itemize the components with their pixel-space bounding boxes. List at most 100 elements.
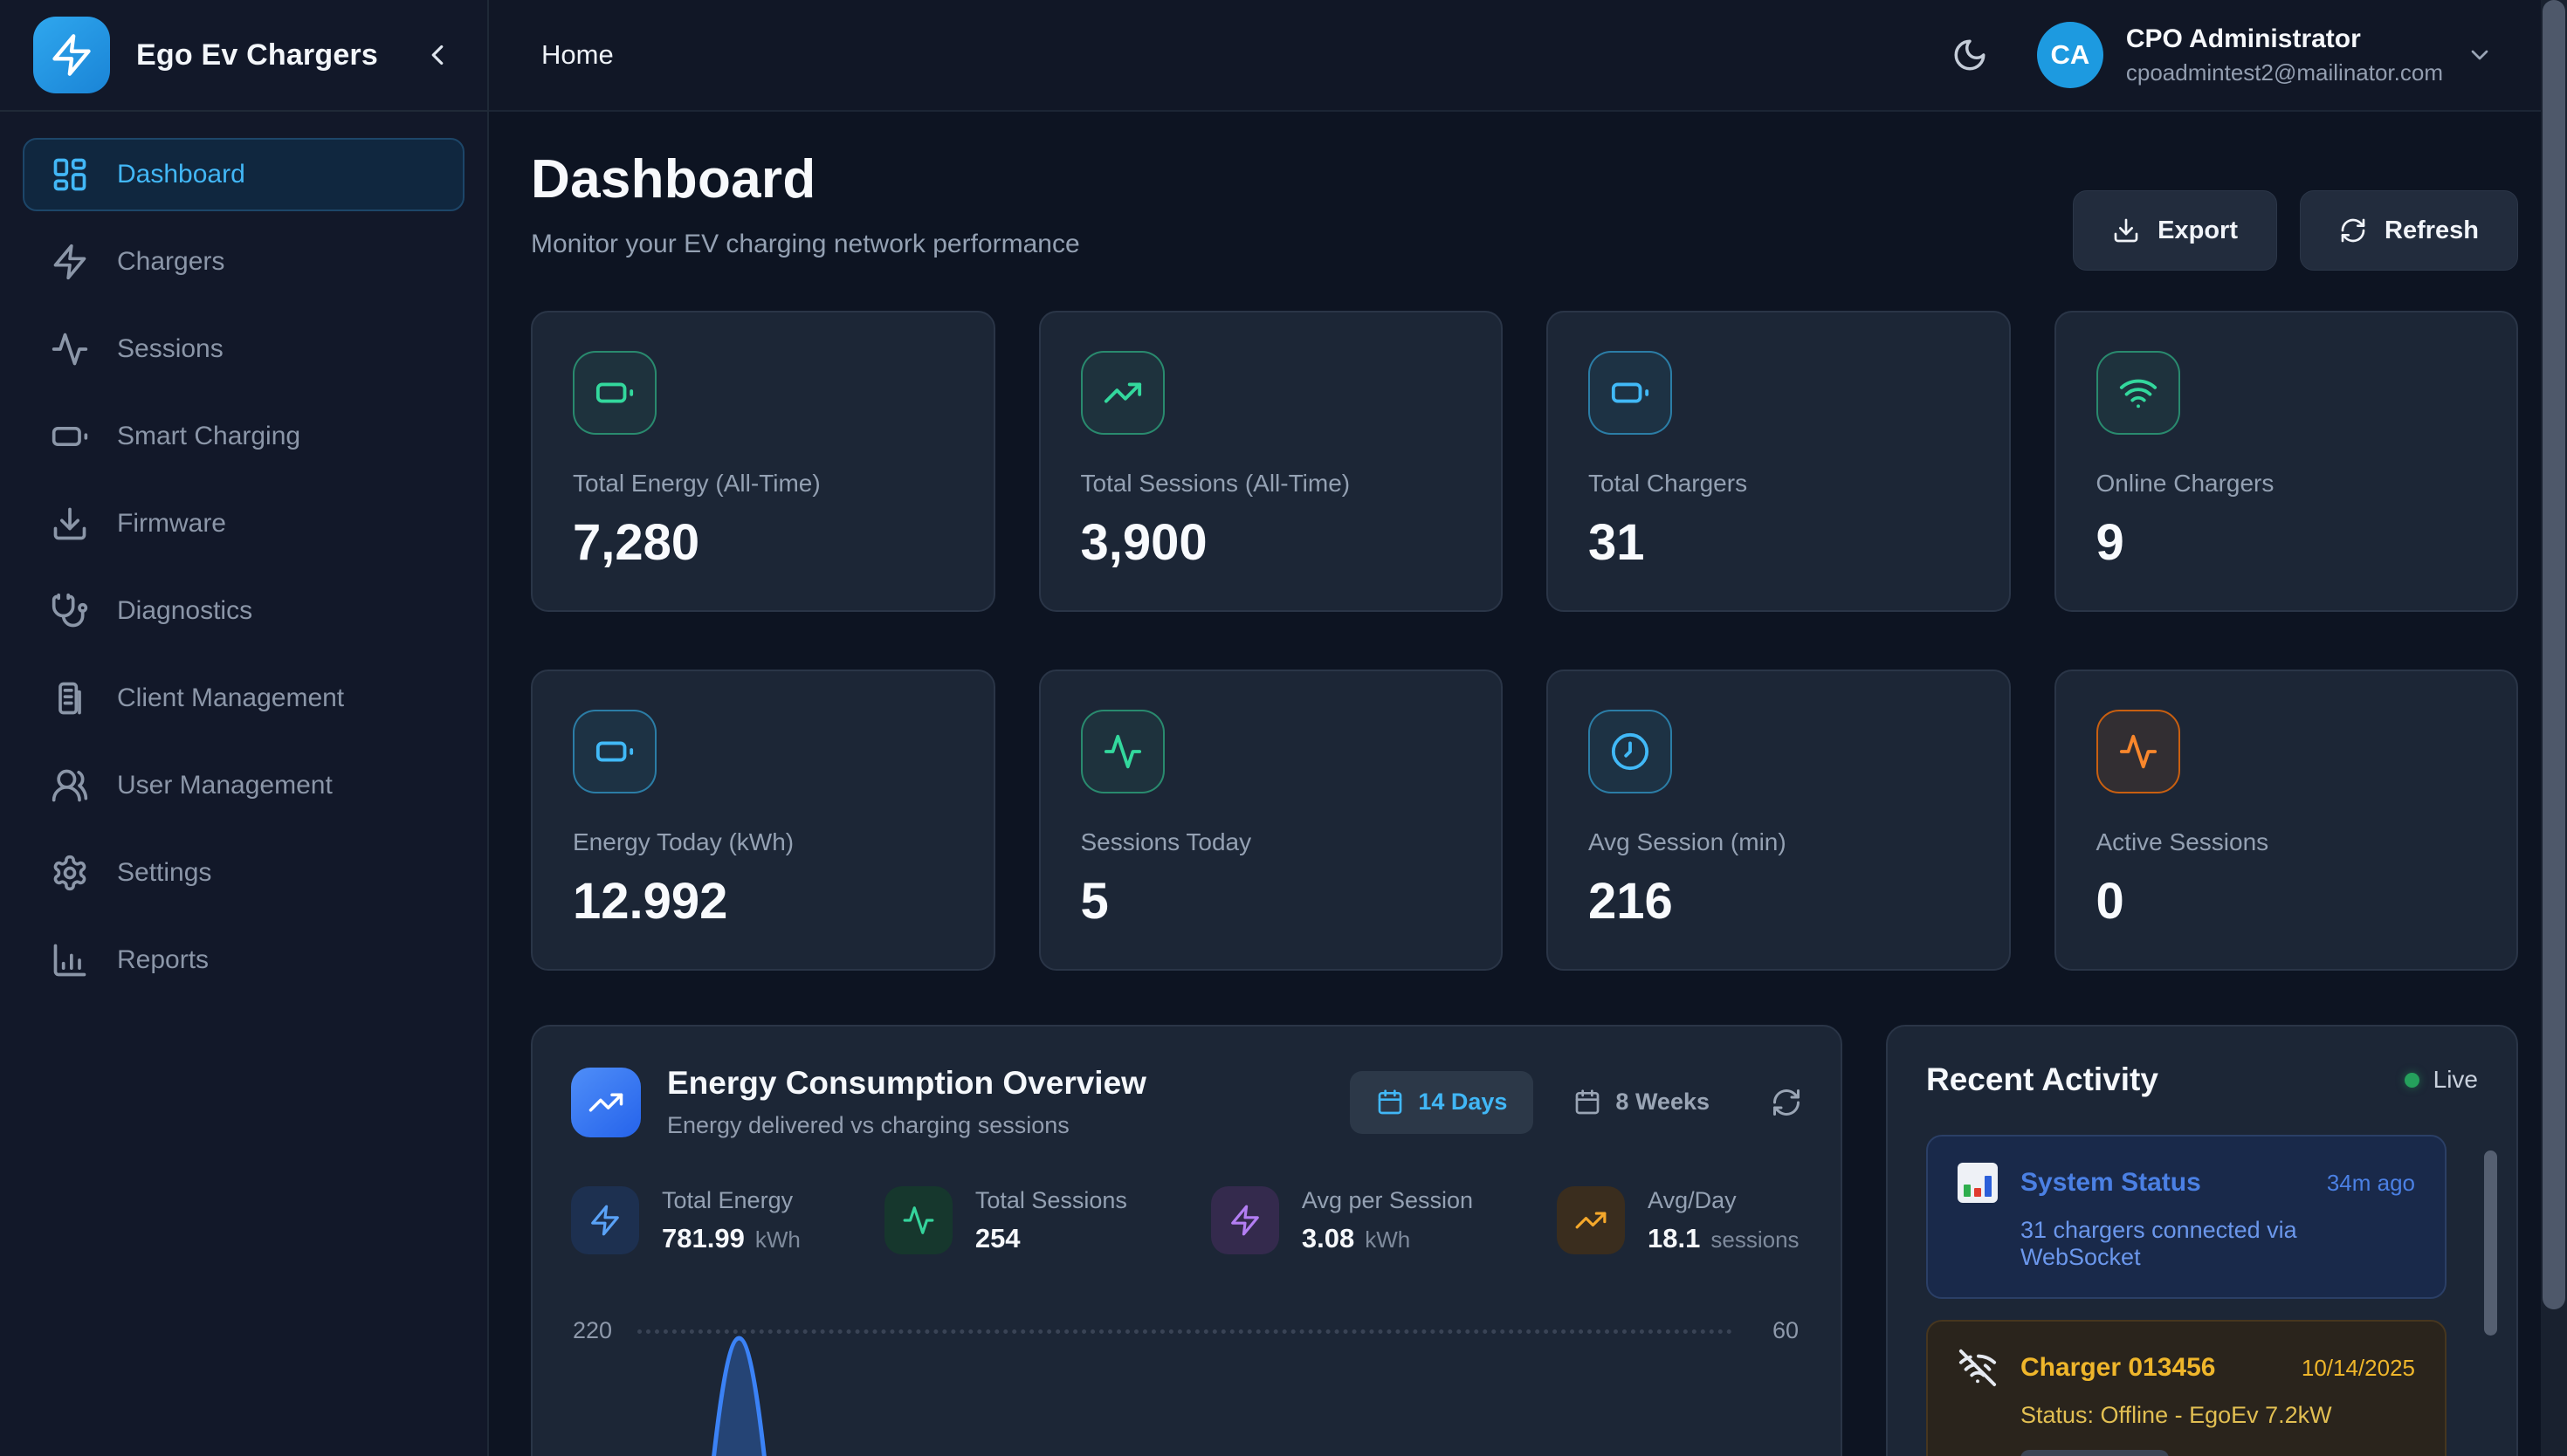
stat-card-label: Energy Today (kWh) [573, 828, 953, 856]
sidebar-collapse-button[interactable] [421, 38, 454, 72]
bar-chart-emoji-icon [1958, 1163, 1998, 1203]
chart-refresh-button[interactable] [1771, 1087, 1802, 1118]
sidebar-item-label: Dashboard [117, 160, 245, 189]
chevron-left-icon [421, 38, 454, 72]
live-dot-icon [2405, 1073, 2419, 1088]
metric-unit: kWh [755, 1226, 801, 1253]
stat-card-icon-tile [1588, 710, 1672, 793]
refresh-icon [2339, 216, 2367, 244]
client-doc-icon [51, 679, 89, 718]
battery-icon [595, 373, 635, 413]
sidebar-item-client-management[interactable]: Client Management [23, 662, 465, 735]
activity-icon [1103, 731, 1143, 772]
page-scrollbar-thumb[interactable] [2543, 0, 2565, 1309]
activity-item-title: System Status [2020, 1168, 2201, 1198]
activity-item-time: 34m ago [2327, 1170, 2415, 1197]
stat-card-value: 9 [2096, 513, 2477, 572]
page-subtitle: Monitor your EV charging network perform… [531, 230, 1080, 259]
sidebar-item-dashboard[interactable]: Dashboard [23, 138, 465, 211]
overview-metrics: Total Energy781.99kWh Total Sessions254 Av… [571, 1186, 1802, 1254]
dashboard-grid-icon [51, 155, 89, 194]
metric-label: Avg/Day [1648, 1187, 1800, 1214]
sidebar-item-sessions[interactable]: Sessions [23, 312, 465, 386]
user-menu[interactable]: CA CPO Administrator cpoadmintest2@maili… [2037, 22, 2494, 88]
sidebar-item-firmware[interactable]: Firmware [23, 487, 465, 560]
sidebar-item-chargers[interactable]: Chargers [23, 225, 465, 299]
metric-label: Total Sessions [975, 1187, 1127, 1214]
stat-card-label: Active Sessions [2096, 828, 2477, 856]
overview-subtitle: Energy delivered vs charging sessions [667, 1112, 1146, 1139]
activity-item-description: 31 chargers connected via WebSocket [2020, 1217, 2415, 1271]
wifi-icon [2118, 373, 2158, 413]
stat-card-icon-tile [1081, 710, 1165, 793]
activity-item-system-status[interactable]: System Status 34m ago 31 chargers connecte… [1926, 1135, 2447, 1299]
refresh-button[interactable]: Refresh [2300, 190, 2518, 271]
sidebar-item-diagnostics[interactable]: Diagnostics [23, 574, 465, 648]
download-icon [2112, 216, 2140, 244]
metric-avg-per-session: Avg per Session3.08kWh [1211, 1186, 1473, 1254]
sidebar-item-label: User Management [117, 771, 333, 800]
export-button[interactable]: Export [2073, 190, 2277, 271]
activity-icon [902, 1204, 935, 1237]
sidebar-item-settings[interactable]: Settings [23, 836, 465, 910]
lightning-icon [49, 32, 94, 78]
energy-overview-panel: Energy Consumption Overview Energy deliv… [531, 1025, 1842, 1456]
stat-card-value: 5 [1081, 872, 1462, 931]
sidebar-item-label: Client Management [117, 683, 344, 713]
stat-card-online-chargers: Online Chargers 9 [2054, 311, 2519, 612]
user-name: CPO Administrator [2126, 24, 2443, 54]
calendar-icon [1573, 1089, 1601, 1116]
stat-card-energy-today-kwh: Energy Today (kWh)12.992 [531, 670, 995, 971]
battery-icon [51, 417, 89, 456]
page-title: Dashboard [531, 148, 1080, 210]
lightning-icon [588, 1204, 622, 1237]
avatar: CA [2037, 22, 2103, 88]
stethoscope-icon [51, 592, 89, 630]
metric-total-energy: Total Energy781.99kWh [571, 1186, 801, 1254]
stat-card-label: Online Chargers [2096, 470, 2477, 498]
metric-label: Avg per Session [1302, 1187, 1473, 1214]
stat-card-icon-tile [2096, 710, 2180, 793]
dashboard-content: Dashboard Monitor your EV charging netwo… [489, 112, 2567, 1456]
stat-card-total-sessions-all-time: Total Sessions (All-Time)3,900 [1039, 311, 1504, 612]
activity-icon [2118, 731, 2158, 772]
energy-chart: 220 60 [571, 1279, 1802, 1456]
sidebar-nav: Dashboard Chargers Sessions Smart Charging F… [0, 112, 487, 1023]
sidebar-item-reports[interactable]: Reports [23, 924, 465, 997]
theme-toggle-button[interactable] [1951, 37, 1988, 73]
sidebar-item-label: Sessions [117, 334, 224, 364]
sidebar-item-label: Smart Charging [117, 422, 300, 451]
activity-item-charger-013456[interactable]: Charger 01345610/14/2025Status: Offline … [1926, 1320, 2447, 1456]
range-14-days-button[interactable]: 14 Days [1350, 1071, 1533, 1134]
stat-card-label: Sessions Today [1081, 828, 1462, 856]
metric-value: 18.1 [1648, 1223, 1700, 1254]
sidebar-item-smart-charging[interactable]: Smart Charging [23, 400, 465, 473]
app-logo [33, 17, 110, 93]
stat-card-label: Total Energy (All-Time) [573, 470, 953, 498]
overview-title: Energy Consumption Overview [667, 1065, 1146, 1102]
stat-card-label: Total Chargers [1588, 470, 1969, 498]
sidebar-item-user-management[interactable]: User Management [23, 749, 465, 822]
activity-scrollbar[interactable] [2484, 1150, 2497, 1336]
activity-icon [51, 330, 89, 368]
activity-item-id-badge: ID: 013456 [2020, 1450, 2169, 1456]
stat-card-total-chargers: Total Chargers31 [1546, 311, 2011, 612]
range-8-weeks-button[interactable]: 8 Weeks [1547, 1071, 1736, 1134]
stat-card-value: 3,900 [1081, 513, 1462, 572]
stat-card-icon-tile [2096, 351, 2180, 435]
metric-total-sessions: Total Sessions254 [884, 1186, 1127, 1254]
battery-icon [595, 731, 635, 772]
sidebar-item-label: Reports [117, 945, 209, 975]
page-scrollbar[interactable] [2541, 0, 2567, 1456]
moon-icon [1951, 37, 1988, 73]
metric-icon-tile [884, 1186, 953, 1254]
users-icon [51, 766, 89, 805]
sidebar: Ego Ev Chargers DashboardChargersSession… [0, 0, 489, 1456]
activity-item-title: Charger 013456 [2020, 1353, 2215, 1383]
recent-activity-panel: Recent Activity Live System Status34m ag… [1886, 1025, 2518, 1456]
sidebar-item-label: Firmware [117, 509, 226, 539]
stat-card-icon-tile [573, 710, 657, 793]
area-curve [571, 1279, 1802, 1456]
download-icon [51, 505, 89, 543]
stat-card-label: Avg Session (min) [1588, 828, 1969, 856]
